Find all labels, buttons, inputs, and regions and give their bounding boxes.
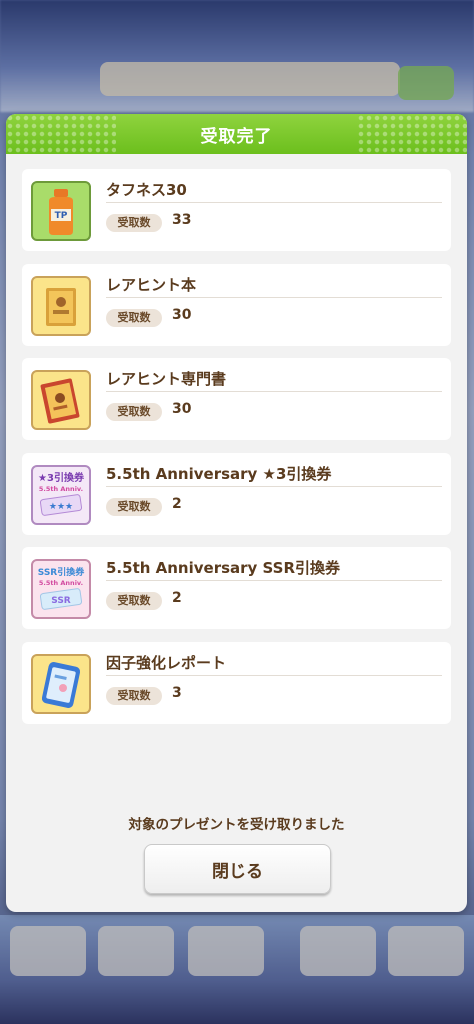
qty-label: 受取数 (106, 308, 162, 327)
item-name: タフネス30 (106, 181, 187, 199)
factor-report-tablet-icon (31, 653, 91, 714)
item-name: レアヒント本 (106, 275, 197, 294)
close-button-label: 閉じる (212, 861, 263, 882)
divider (106, 485, 442, 487)
qty-label: 受取数 (106, 592, 162, 610)
qty-label: 受取数 (106, 686, 162, 705)
divider (106, 580, 442, 581)
completion-message: 対象のプレゼントを受け取りました (128, 817, 345, 833)
divider (106, 202, 442, 203)
qty-value: 33 (172, 212, 192, 228)
qty-value: 3 (172, 684, 182, 701)
drink-label-text: TP (55, 211, 68, 221)
item-name: 5.5th Anniversary SSR引換券 (106, 559, 341, 577)
item-name: 5.5th Anniversary ★3引換券 (106, 464, 332, 483)
list-item: 因子強化レポート 受取数 3 (22, 641, 451, 724)
qty-label: 受取数 (106, 214, 162, 232)
item-name: レアヒント専門書 (106, 370, 227, 388)
dialog-header: 受取完了 (6, 114, 467, 154)
close-button[interactable]: 閉じる (144, 844, 331, 894)
ticket-title-text: ★3引換券 (38, 471, 85, 484)
list-item: SSR引換券 5.5th Anniv. SSR 5.5th Anniversar… (22, 547, 451, 629)
qty-value: 30 (172, 401, 192, 417)
ticket-badge-text: SSR (51, 596, 71, 606)
qty-value: 2 (172, 495, 182, 512)
toughness-drink-icon: TP (31, 181, 91, 241)
qty-value: 30 (172, 306, 192, 323)
qty-label: 受取数 (106, 497, 162, 516)
receive-complete-dialog: 受取完了 TP タフネス30 受取数 33 レアヒント本 受取数 30 レアヒン… (6, 114, 467, 912)
divider (106, 674, 442, 676)
received-item-list: TP タフネス30 受取数 33 レアヒント本 受取数 30 レアヒント専門書 … (22, 169, 451, 736)
ticket-subtitle-text: 5.5th Anniv. (39, 579, 83, 587)
ticket-title-text: SSR引換券 (38, 566, 85, 578)
divider (106, 391, 442, 392)
item-name: 因子強化レポート (106, 653, 227, 672)
list-item: ★3引換券 5.5th Anniv. ★★★ 5.5th Anniversary… (22, 452, 451, 535)
rare-hint-book-icon (31, 275, 91, 336)
qty-label: 受取数 (106, 403, 162, 421)
qty-value: 2 (172, 590, 182, 606)
list-item: レアヒント専門書 受取数 30 (22, 358, 451, 440)
ssr-ticket-icon: SSR引換券 5.5th Anniv. SSR (31, 559, 91, 619)
dialog-title: 受取完了 (200, 126, 273, 147)
svg-text:★★★: ★★★ (49, 502, 73, 512)
ticket-subtitle-text: 5.5th Anniv. (39, 485, 83, 493)
rare-hint-manual-icon (31, 370, 91, 430)
list-item: レアヒント本 受取数 30 (22, 263, 451, 346)
star3-ticket-icon: ★3引換券 5.5th Anniv. ★★★ (31, 464, 91, 525)
list-item: TP タフネス30 受取数 33 (22, 169, 451, 251)
divider (106, 296, 442, 298)
